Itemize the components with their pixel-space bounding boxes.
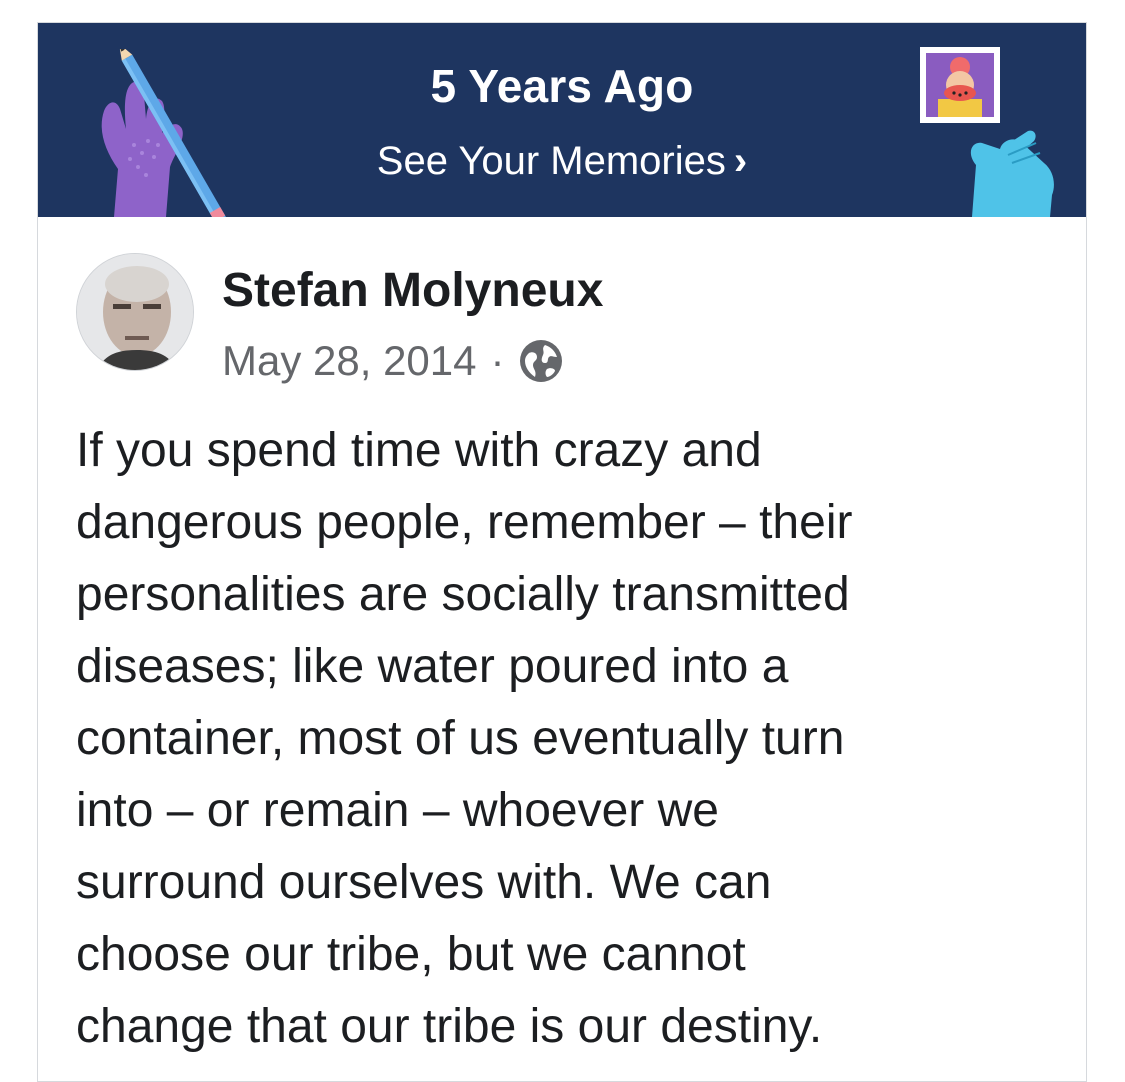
see-memories-label: See Your Memories xyxy=(376,139,726,183)
post-body-line: into – or remain – whoever we xyxy=(76,784,719,837)
memories-banner[interactable]: 5 Years Ago See Your Memories › xyxy=(38,23,1086,217)
post-header: Stefan Molyneux May 28, 2014 · xyxy=(76,253,1036,385)
hand-holding-photo-icon xyxy=(920,47,1054,217)
author-name[interactable]: Stefan Molyneux xyxy=(222,263,603,318)
profile-photo xyxy=(77,254,193,370)
globe-icon[interactable] xyxy=(519,339,563,383)
post-body-line: dangerous people, remember – their xyxy=(76,496,853,549)
post-meta: May 28, 2014 · xyxy=(222,337,563,385)
meta-separator: · xyxy=(490,337,505,384)
post-body-line: container, most of us eventually turn xyxy=(76,712,845,765)
post-body-line: choose our tribe, but we cannot xyxy=(76,928,746,981)
post-body-line: change that our tribe is our destiny. xyxy=(76,1000,823,1053)
post-body-line: surround ourselves with. We can xyxy=(76,856,772,909)
post-body-line: diseases; like water poured into a xyxy=(76,640,789,693)
memory-card: 5 Years Ago See Your Memories › Stefan M… xyxy=(37,22,1087,1082)
post-body: If you spend time with crazy and dangero… xyxy=(76,415,1056,1063)
post-date[interactable]: May 28, 2014 xyxy=(222,337,477,385)
avatar[interactable] xyxy=(76,253,194,371)
post-body-line: If you spend time with crazy and xyxy=(76,424,762,477)
post-body-line: personalities are socially transmitted xyxy=(76,568,850,621)
chevron-right-icon: › xyxy=(733,139,748,183)
